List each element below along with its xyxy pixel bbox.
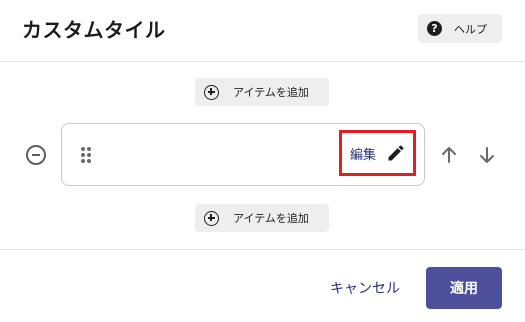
add-circle-icon [204,84,219,100]
remove-item-button[interactable] [26,145,46,165]
dialog-footer: キャンセル 適用 [0,249,525,322]
custom-tile-dialog: カスタムタイル ? ヘルプ アイテムを追加 編集 アイテムを追加 キャンセル 適… [0,0,525,322]
edit-item-button[interactable]: 編集 [339,130,416,176]
cancel-button[interactable]: キャンセル [330,278,400,298]
apply-button[interactable]: 適用 [426,267,502,309]
pencil-icon [388,145,404,161]
add-item-bottom-label: アイテムを追加 [233,212,309,225]
arrow-down-icon[interactable] [477,145,497,165]
add-item-top-label: アイテムを追加 [233,86,309,99]
add-circle-icon [204,210,219,226]
edit-label: 編集 [350,147,377,163]
drag-handle-icon[interactable] [81,147,91,163]
dialog-header: カスタムタイル ? ヘルプ [0,0,525,62]
dialog-title: カスタムタイル [22,18,166,42]
add-item-bottom-button[interactable]: アイテムを追加 [195,204,329,232]
help-button[interactable]: ? ヘルプ [418,14,502,43]
arrow-up-icon[interactable] [439,145,459,165]
help-icon: ? [427,21,442,36]
help-label: ヘルプ [454,22,487,36]
add-item-top-button[interactable]: アイテムを追加 [195,78,329,106]
